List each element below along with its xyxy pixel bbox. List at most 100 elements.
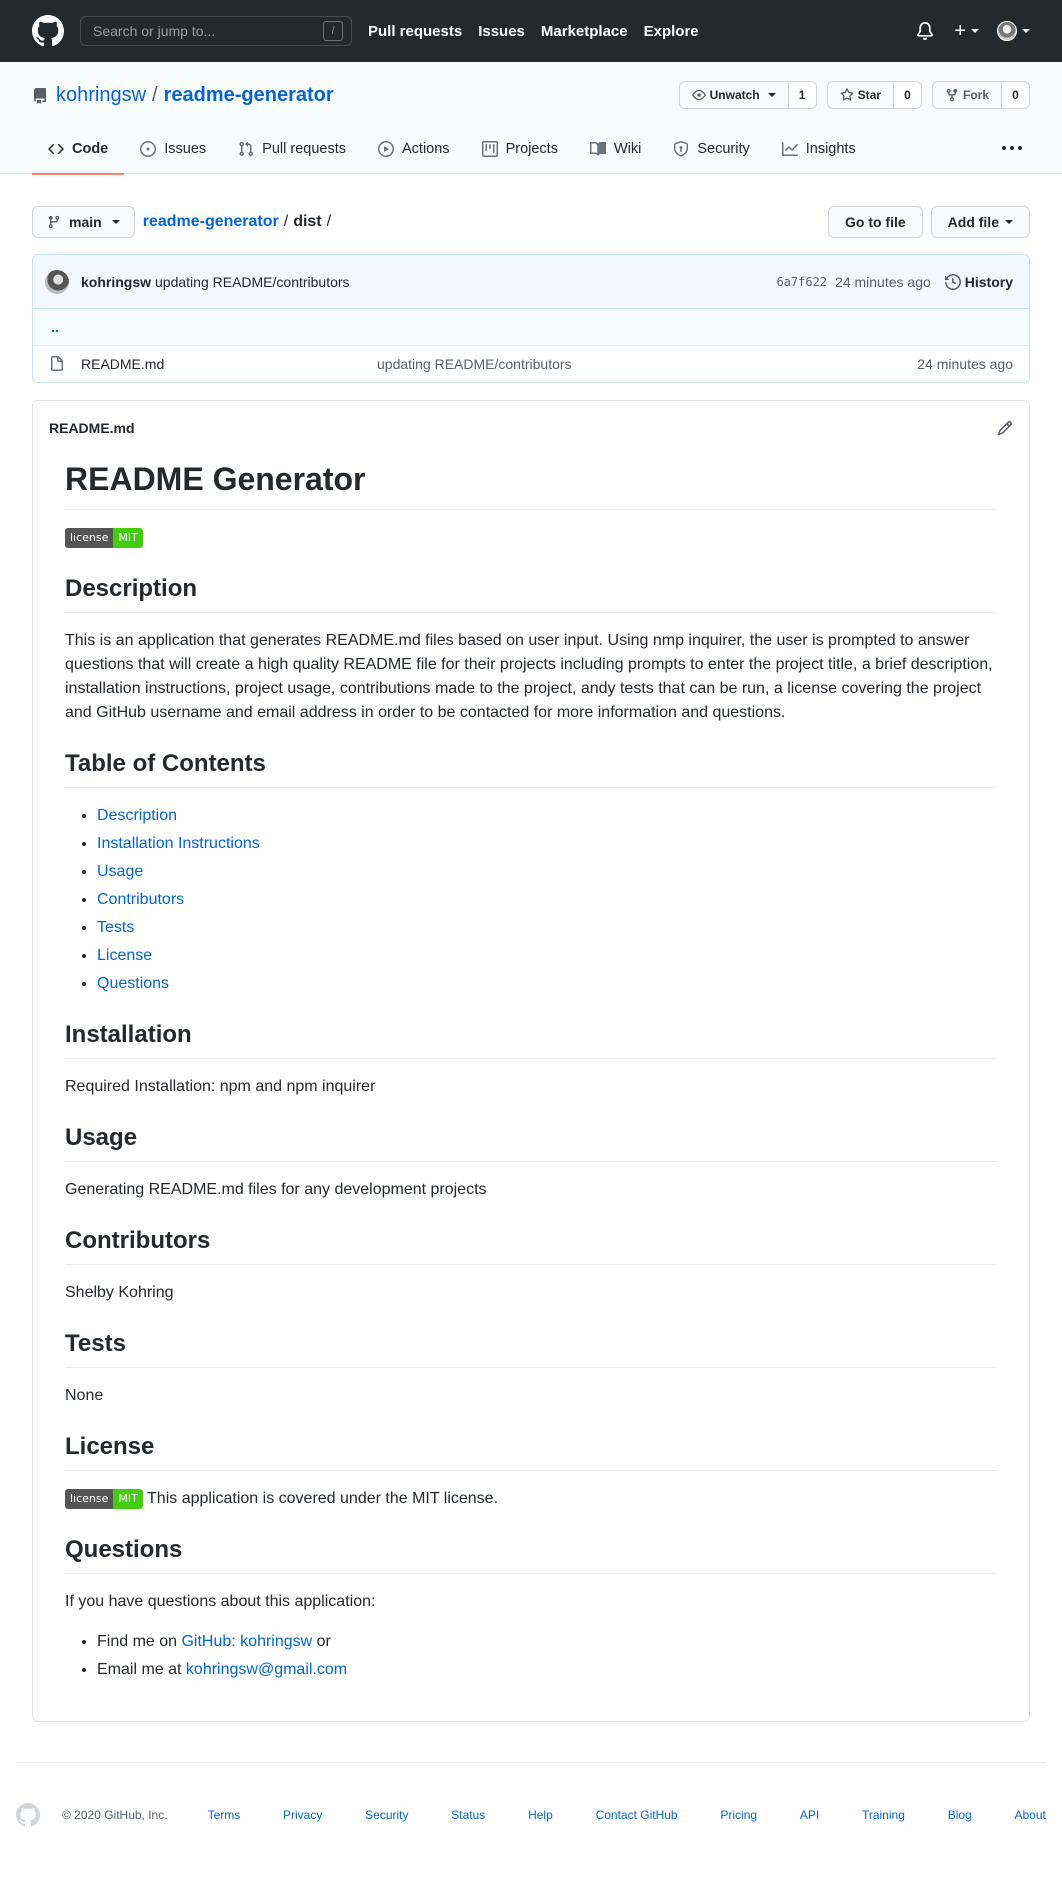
list-item: Questions [97,972,997,996]
email-link[interactable]: kohringsw@gmail.com [186,1661,347,1678]
go-to-file-button[interactable]: Go to file [827,206,923,238]
footer-link-terms[interactable]: Terms [208,1808,241,1822]
watch-group: Unwatch 1 [678,81,817,109]
tab-wiki[interactable]: Wiki [574,124,657,174]
toc-link-usage[interactable]: Usage [97,863,143,880]
footer-link-help[interactable]: Help [528,1808,553,1822]
toc-link-tests[interactable]: Tests [97,919,134,936]
file-list: kohringsw updating README/contributors 6… [32,254,1030,383]
heading-installation: Installation [65,1020,997,1059]
star-label: Star [857,88,881,102]
star-icon [840,88,854,101]
watch-count[interactable]: 1 [788,81,817,109]
tab-actions[interactable]: Actions [362,124,466,174]
file-navigation: main readme-generator / dist / Go to fil… [32,206,1030,238]
star-button[interactable]: Star [826,81,894,109]
plus-icon: + [954,19,966,42]
latest-commit: kohringsw updating README/contributors 6… [33,255,1029,309]
badge-label: license [65,1488,114,1509]
tab-issues[interactable]: Issues [124,124,222,174]
repo-tabs: Code Issues Pull requests Actions Projec… [32,124,872,175]
fork-icon [946,88,958,102]
repo-owner-link[interactable]: kohringsw [56,84,146,107]
branch-select-button[interactable]: main [32,206,135,238]
readme-header: README.md [33,401,1029,455]
breadcrumb-root-link[interactable]: readme-generator [143,213,279,231]
tab-label: Projects [505,141,558,157]
unwatch-button[interactable]: Unwatch [678,81,789,109]
avatar[interactable] [45,269,69,294]
question-suffix: or [312,1633,331,1650]
nav-marketplace[interactable]: Marketplace [541,23,628,40]
license-badge[interactable]: license MIT [65,527,143,548]
star-count[interactable]: 0 [893,81,922,109]
tab-security[interactable]: Security [657,124,765,174]
create-new-dropdown[interactable]: + [954,20,979,43]
fork-group: Fork 0 [931,81,1030,109]
book-icon [589,141,606,156]
parent-directory-link[interactable]: .. [33,309,1029,346]
nav-explore[interactable]: Explore [644,23,699,40]
list-item: Email me at kohringsw@gmail.com [97,1658,997,1682]
bell-icon[interactable] [916,22,934,40]
chevron-down-icon [971,29,979,33]
file-name-link[interactable]: README.md [81,356,377,372]
tab-label: Wiki [613,141,642,157]
github-mark-icon[interactable] [16,1803,40,1827]
footer-link-security[interactable]: Security [365,1808,408,1822]
pencil-icon[interactable] [997,420,1013,436]
toc-link-contributors[interactable]: Contributors [97,891,184,908]
more-icon[interactable] [1000,146,1024,150]
tab-pull-requests[interactable]: Pull requests [222,124,362,174]
license-text: This application is covered under the MI… [142,1490,499,1507]
tab-code[interactable]: Code [32,124,125,175]
fork-count[interactable]: 0 [1002,81,1030,109]
questions-intro: If you have questions about this applica… [65,1593,376,1610]
tab-insights[interactable]: Insights [766,124,872,174]
project-icon [481,141,498,157]
chevron-down-icon [767,93,776,97]
fork-label: Fork [962,88,989,102]
license-badge[interactable]: license MIT [65,1488,143,1509]
tab-projects[interactable]: Projects [466,124,574,174]
footer-links: Terms Privacy Security Status Help Conta… [208,1808,1046,1822]
repo-name-link[interactable]: readme-generator [164,84,334,107]
commit-message[interactable]: updating README/contributors [155,274,350,290]
search-input[interactable]: Search or jump to... / [80,16,352,46]
toc-link-license[interactable]: License [97,947,152,964]
global-nav: Pull requests Issues Marketplace Explore [368,23,715,40]
github-profile-link[interactable]: GitHub: kohringsw [181,1633,312,1650]
tab-label: Issues [164,141,207,157]
badge-value: MIT [113,527,143,548]
toc-link-description[interactable]: Description [97,807,177,824]
footer-link-about[interactable]: About [1015,1808,1046,1822]
toc-link-questions[interactable]: Questions [97,975,169,992]
footer-link-privacy[interactable]: Privacy [283,1808,322,1822]
global-header: Search or jump to... / Pull requests Iss… [0,0,1062,62]
history-link[interactable]: History [944,274,1013,290]
nav-issues[interactable]: Issues [478,23,525,40]
file-age: 24 minutes ago [917,356,1013,372]
toc-link-installation[interactable]: Installation Instructions [97,835,260,852]
commit-sha[interactable]: 6a7f622 [776,275,827,289]
footer-link-contact[interactable]: Contact GitHub [596,1808,678,1822]
table-row[interactable]: README.md updating README/contributors 2… [33,346,1029,382]
footer-link-status[interactable]: Status [451,1808,485,1822]
license-paragraph: license MIT This application is covered … [65,1487,997,1511]
nav-pull-requests[interactable]: Pull requests [368,23,462,40]
questions-list: Find me on GitHub: kohringsw or Email me… [97,1630,997,1682]
fork-button[interactable]: Fork [931,81,1002,109]
github-logo-icon[interactable] [32,15,64,47]
copyright: © 2020 GitHub, Inc. [62,1808,168,1822]
footer-link-blog[interactable]: Blog [948,1808,972,1822]
profile-dropdown[interactable] [997,21,1030,41]
footer-link-training[interactable]: Training [862,1808,905,1822]
list-item: Find me on GitHub: kohringsw or [97,1630,997,1654]
commit-author[interactable]: kohringsw [81,274,151,290]
file-commit-message[interactable]: updating README/contributors [377,356,572,372]
description-text: This is an application that generates RE… [65,632,993,721]
add-file-button[interactable]: Add file [930,206,1030,238]
footer-link-pricing[interactable]: Pricing [720,1808,757,1822]
footer-link-api[interactable]: API [800,1808,819,1822]
graph-icon [781,142,798,156]
